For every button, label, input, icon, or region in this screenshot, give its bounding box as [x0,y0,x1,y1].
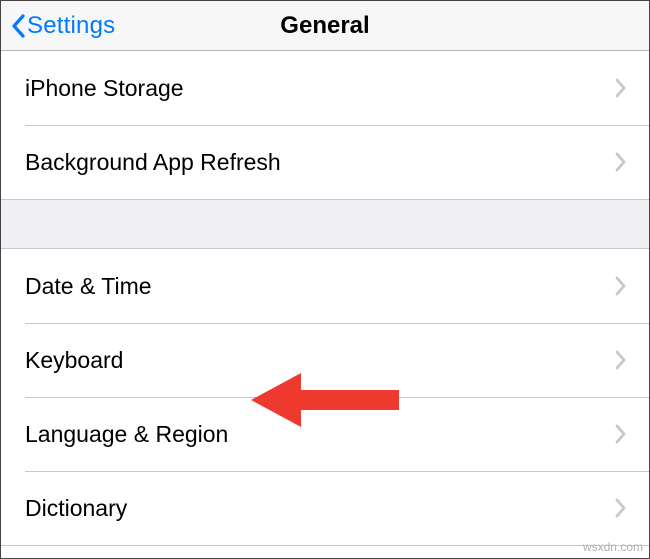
settings-list: iPhone Storage Background App Refresh Da… [1,51,649,546]
back-button[interactable]: Settings [1,11,115,41]
chevron-right-icon [615,77,629,99]
row-dictionary[interactable]: Dictionary [1,471,649,545]
row-background-app-refresh[interactable]: Background App Refresh [1,125,649,199]
chevron-right-icon [615,275,629,297]
back-label: Settings [27,12,115,40]
chevron-right-icon [615,497,629,519]
chevron-right-icon [615,423,629,445]
chevron-left-icon [9,11,27,41]
row-language-region[interactable]: Language & Region [1,397,649,471]
row-label: Keyboard [25,347,615,374]
chevron-right-icon [615,151,629,173]
row-label: Date & Time [25,273,615,300]
row-label: Language & Region [25,421,615,448]
row-iphone-storage[interactable]: iPhone Storage [1,51,649,125]
row-label: Background App Refresh [25,149,615,176]
nav-bar: Settings General [1,1,649,51]
section-locale: Date & Time Keyboard Language & Region D… [1,248,649,546]
chevron-right-icon [615,349,629,371]
row-label: Dictionary [25,495,615,522]
section-storage: iPhone Storage Background App Refresh [1,51,649,200]
row-keyboard[interactable]: Keyboard [1,323,649,397]
row-date-time[interactable]: Date & Time [1,249,649,323]
watermark: wsxdn.com [583,540,643,554]
row-label: iPhone Storage [25,75,615,102]
